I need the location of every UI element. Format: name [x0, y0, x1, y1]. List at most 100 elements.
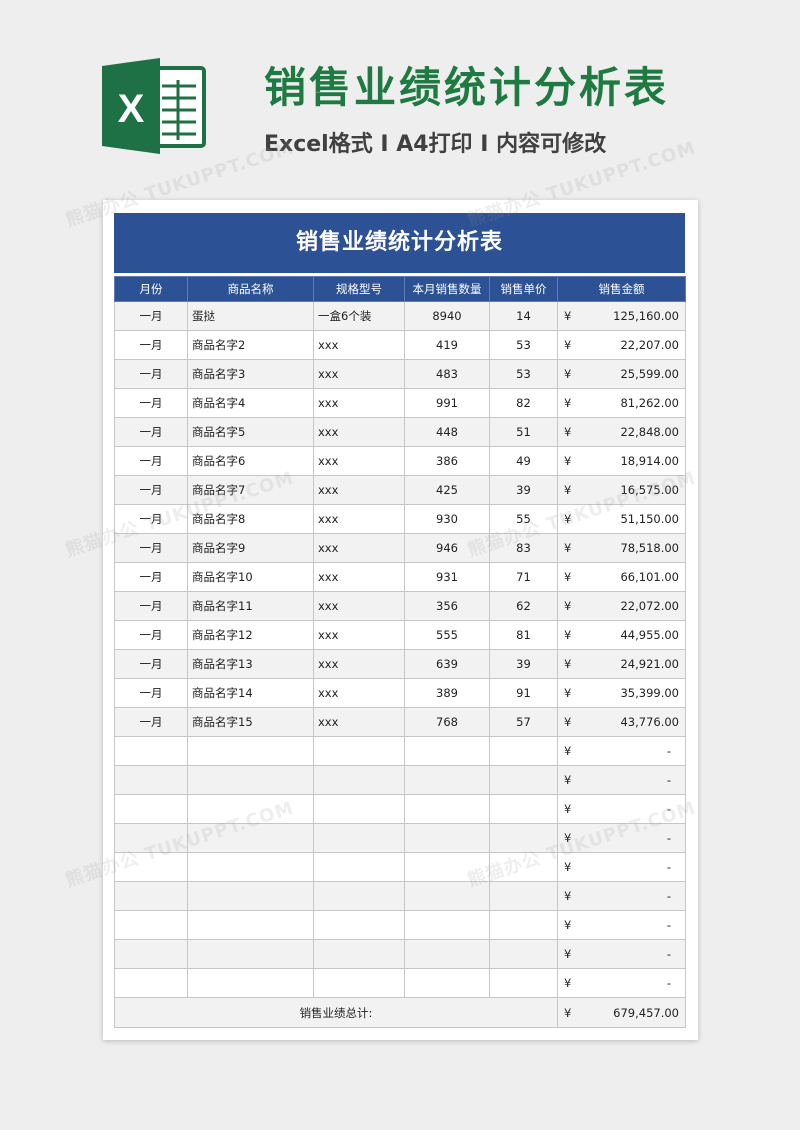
total-amount-cell[interactable]: ¥ 679,457.00 [557, 997, 686, 1028]
cell-spec[interactable]: xxx [313, 678, 405, 708]
cell-product-name[interactable] [187, 736, 314, 766]
cell-unit-price[interactable]: 55 [489, 504, 558, 534]
cell-quantity[interactable] [404, 852, 490, 882]
cell-spec[interactable]: xxx [313, 649, 405, 679]
cell-month[interactable] [114, 939, 188, 969]
cell-amount[interactable]: ¥22,207.00 [557, 330, 686, 360]
cell-amount[interactable]: ¥43,776.00 [557, 707, 686, 737]
cell-month[interactable]: 一月 [114, 446, 188, 476]
cell-month[interactable] [114, 765, 188, 795]
cell-unit-price[interactable]: 39 [489, 475, 558, 505]
cell-month[interactable]: 一月 [114, 533, 188, 563]
cell-amount[interactable]: ¥ - [557, 939, 686, 969]
cell-product-name[interactable]: 商品名字2 [187, 330, 314, 360]
column-header-product-name[interactable]: 商品名称 [187, 276, 314, 302]
cell-quantity[interactable]: 768 [404, 707, 490, 737]
cell-spec[interactable]: xxx [313, 359, 405, 389]
cell-month[interactable]: 一月 [114, 475, 188, 505]
cell-spec[interactable]: xxx [313, 475, 405, 505]
cell-quantity[interactable]: 991 [404, 388, 490, 418]
cell-amount[interactable]: ¥25,599.00 [557, 359, 686, 389]
column-header-quantity[interactable]: 本月销售数量 [404, 276, 490, 302]
column-header-amount[interactable]: 销售金额 [557, 276, 686, 302]
cell-month[interactable]: 一月 [114, 591, 188, 621]
cell-amount[interactable]: ¥66,101.00 [557, 562, 686, 592]
cell-month[interactable]: 一月 [114, 388, 188, 418]
cell-quantity[interactable] [404, 823, 490, 853]
cell-unit-price[interactable] [489, 939, 558, 969]
cell-quantity[interactable] [404, 939, 490, 969]
cell-spec[interactable]: 一盒6个装 [313, 301, 405, 331]
cell-month[interactable] [114, 910, 188, 940]
cell-product-name[interactable]: 蛋挞 [187, 301, 314, 331]
cell-quantity[interactable]: 419 [404, 330, 490, 360]
cell-spec[interactable] [313, 910, 405, 940]
column-header-unit-price[interactable]: 销售单价 [489, 276, 558, 302]
cell-product-name[interactable]: 商品名字11 [187, 591, 314, 621]
cell-product-name[interactable]: 商品名字9 [187, 533, 314, 563]
cell-month[interactable] [114, 881, 188, 911]
cell-amount[interactable]: ¥ - [557, 852, 686, 882]
cell-unit-price[interactable]: 53 [489, 359, 558, 389]
cell-quantity[interactable]: 930 [404, 504, 490, 534]
column-header-month[interactable]: 月份 [114, 276, 188, 302]
cell-amount[interactable]: ¥ - [557, 765, 686, 795]
cell-amount[interactable]: ¥ - [557, 736, 686, 766]
cell-spec[interactable] [313, 881, 405, 911]
cell-quantity[interactable]: 448 [404, 417, 490, 447]
cell-unit-price[interactable] [489, 736, 558, 766]
cell-unit-price[interactable]: 14 [489, 301, 558, 331]
cell-product-name[interactable]: 商品名字8 [187, 504, 314, 534]
cell-unit-price[interactable]: 82 [489, 388, 558, 418]
cell-product-name[interactable]: 商品名字3 [187, 359, 314, 389]
cell-quantity[interactable] [404, 968, 490, 998]
cell-spec[interactable]: xxx [313, 446, 405, 476]
cell-product-name[interactable] [187, 852, 314, 882]
cell-unit-price[interactable] [489, 765, 558, 795]
total-label[interactable]: 销售业绩总计: [114, 997, 558, 1028]
cell-quantity[interactable] [404, 794, 490, 824]
cell-unit-price[interactable]: 81 [489, 620, 558, 650]
cell-unit-price[interactable]: 83 [489, 533, 558, 563]
cell-spec[interactable]: xxx [313, 533, 405, 563]
cell-product-name[interactable] [187, 939, 314, 969]
cell-quantity[interactable]: 356 [404, 591, 490, 621]
cell-month[interactable]: 一月 [114, 620, 188, 650]
cell-month[interactable] [114, 968, 188, 998]
cell-unit-price[interactable]: 51 [489, 417, 558, 447]
cell-quantity[interactable]: 425 [404, 475, 490, 505]
cell-product-name[interactable]: 商品名字15 [187, 707, 314, 737]
cell-month[interactable] [114, 794, 188, 824]
cell-amount[interactable]: ¥ - [557, 968, 686, 998]
cell-spec[interactable]: xxx [313, 417, 405, 447]
cell-month[interactable] [114, 852, 188, 882]
cell-quantity[interactable]: 946 [404, 533, 490, 563]
cell-quantity[interactable]: 8940 [404, 301, 490, 331]
cell-unit-price[interactable]: 53 [489, 330, 558, 360]
cell-product-name[interactable] [187, 794, 314, 824]
cell-product-name[interactable]: 商品名字12 [187, 620, 314, 650]
cell-product-name[interactable] [187, 968, 314, 998]
cell-product-name[interactable]: 商品名字4 [187, 388, 314, 418]
cell-spec[interactable] [313, 794, 405, 824]
cell-spec[interactable]: xxx [313, 620, 405, 650]
cell-amount[interactable]: ¥ - [557, 881, 686, 911]
cell-quantity[interactable] [404, 881, 490, 911]
cell-amount[interactable]: ¥16,575.00 [557, 475, 686, 505]
cell-amount[interactable]: ¥ - [557, 794, 686, 824]
cell-month[interactable]: 一月 [114, 330, 188, 360]
cell-month[interactable]: 一月 [114, 417, 188, 447]
cell-quantity[interactable] [404, 765, 490, 795]
cell-unit-price[interactable]: 57 [489, 707, 558, 737]
cell-unit-price[interactable] [489, 794, 558, 824]
cell-amount[interactable]: ¥22,848.00 [557, 417, 686, 447]
cell-month[interactable]: 一月 [114, 359, 188, 389]
cell-amount[interactable]: ¥35,399.00 [557, 678, 686, 708]
cell-quantity[interactable] [404, 910, 490, 940]
cell-month[interactable]: 一月 [114, 504, 188, 534]
cell-product-name[interactable] [187, 881, 314, 911]
cell-amount[interactable]: ¥18,914.00 [557, 446, 686, 476]
cell-spec[interactable]: xxx [313, 504, 405, 534]
cell-quantity[interactable]: 931 [404, 562, 490, 592]
cell-unit-price[interactable]: 62 [489, 591, 558, 621]
